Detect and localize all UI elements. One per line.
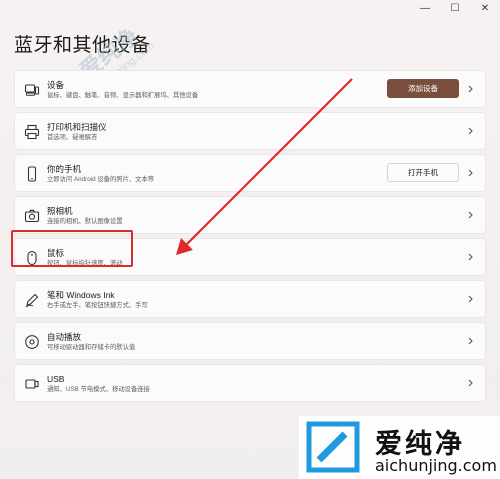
row-autoplay[interactable]: 自动播放 可移动驱动器和存储卡的默认值 [14,322,486,360]
row-subtitle: 鼠标、键盘、触笔、音频、显示器和扩展坞、其他设备 [47,92,199,99]
row-subtitle: 右手或左手、笔按钮快捷方式、手写 [47,302,148,309]
row-usb[interactable]: USB 通知、USB 节电模式、移动设备连接 [14,364,486,402]
chevron-right-icon[interactable] [467,210,475,220]
mouse-highlight-box [11,230,133,267]
chevron-right-icon[interactable] [467,336,475,346]
row-text: 设备 鼠标、键盘、触笔、音频、显示器和扩展坞、其他设备 [47,80,198,100]
autoplay-icon [25,335,39,349]
logo-url: aichunjing.com [375,456,497,475]
chevron-right-icon[interactable] [467,378,475,388]
window-controls: — ☐ ✕ [410,0,500,16]
row-title: 你的手机 [47,164,82,174]
row-devices[interactable]: 设备 鼠标、键盘、触笔、音频、显示器和扩展坞、其他设备 添加设备 [14,70,486,108]
add-device-button[interactable]: 添加设备 [387,79,459,98]
row-camera[interactable]: 照相机 连接的相机、默认图像设置 [14,196,486,234]
pen-icon [25,293,39,308]
chevron-down-icon[interactable] [467,84,475,94]
row-subtitle: 连接的相机、默认图像设置 [47,218,123,225]
row-title: 照相机 [47,206,73,216]
chevron-right-icon[interactable] [467,126,475,136]
row-printers[interactable]: 打印机和扫描仪 首选项、疑难解答 [14,112,486,150]
row-title: 设备 [47,80,65,90]
row-title: 笔和 Windows Ink [47,290,115,300]
devices-icon [24,84,40,96]
chevron-right-icon[interactable] [467,168,475,178]
row-text: 自动播放 可移动驱动器和存储卡的默认值 [47,332,135,352]
chevron-right-icon[interactable] [467,294,475,304]
row-subtitle: 通知、USB 节电模式、移动设备连接 [47,386,150,393]
row-text: 你的手机 立即访问 Android 设备的照片、文本等 [47,164,154,184]
brand-logo: 爱纯净 aichunjing.com [299,416,500,479]
close-button[interactable]: ✕ [470,0,500,16]
maximize-button[interactable]: ☐ [440,0,470,16]
row-title: USB [47,374,65,384]
minimize-button[interactable]: — [410,0,440,16]
logo-mark-icon [306,421,360,473]
row-subtitle: 立即访问 Android 设备的照片、文本等 [47,176,155,183]
row-pen[interactable]: 笔和 Windows Ink 右手或左手、笔按钮快捷方式、手写 [14,280,486,318]
row-text: 照相机 连接的相机、默认图像设置 [47,206,123,226]
usb-icon [25,379,39,389]
row-subtitle: 可移动驱动器和存储卡的默认值 [47,344,136,351]
phone-icon [27,166,37,182]
row-text: 笔和 Windows Ink 右手或左手、笔按钮快捷方式、手写 [47,290,148,310]
chevron-right-icon[interactable] [467,252,475,262]
row-text: USB 通知、USB 节电模式、移动设备连接 [47,374,150,394]
row-subtitle: 首选项、疑难解答 [47,134,98,141]
row-phone[interactable]: 你的手机 立即访问 Android 设备的照片、文本等 打开手机 [14,154,486,192]
printer-icon [24,124,40,140]
row-title: 自动播放 [47,332,82,342]
row-text: 打印机和扫描仪 首选项、疑难解答 [47,122,107,142]
row-title: 打印机和扫描仪 [47,122,107,132]
open-phone-button[interactable]: 打开手机 [387,163,459,182]
camera-icon [24,209,40,223]
